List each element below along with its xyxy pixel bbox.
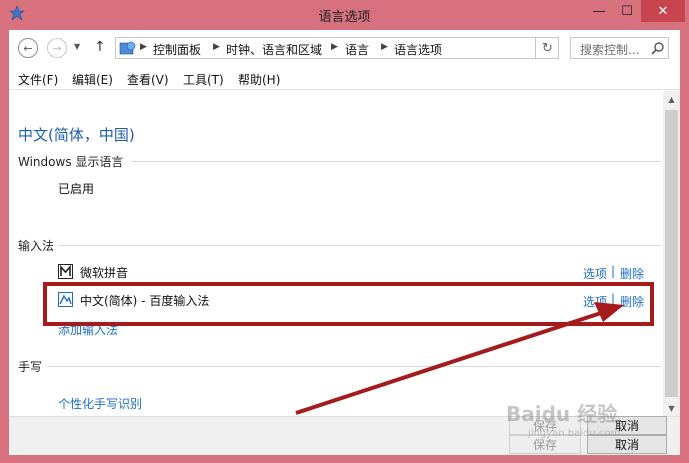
control-panel-icon [119, 41, 136, 55]
input-method-name: 中文(简体) - 百度输入法 [80, 294, 210, 308]
menu-file[interactable]: 文件(F) [18, 71, 58, 88]
input-method-name: 微软拼音 [80, 266, 129, 280]
link-separator: | [611, 264, 616, 278]
link-separator: | [611, 292, 616, 306]
display-language-heading: Windows 显示语言 [18, 155, 124, 169]
maximize-button[interactable]: ☐ [613, 0, 641, 22]
add-input-method-link[interactable]: 添加输入法 [58, 321, 118, 338]
window-frame: 语言选项 — ☐ ✕ ← → ▼ ↑ ▶ 控制面板 ▶ 时钟、语言和区域 ▶ 语… [0, 0, 689, 463]
up-arrow-icon[interactable]: ↑ [94, 39, 106, 55]
back-arrow-icon[interactable]: ← [18, 38, 38, 58]
menu-tools[interactable]: 工具(T) [183, 71, 224, 88]
search-placeholder: 搜索控制... [580, 43, 640, 57]
scroll-thumb[interactable] [665, 110, 678, 397]
input-method-options-link[interactable]: 选项 [583, 293, 607, 310]
breadcrumb-language[interactable]: 语言 [345, 41, 369, 58]
breadcrumb-language-options[interactable]: 语言选项 [394, 41, 442, 58]
display-language-status: 已启用 [58, 182, 95, 196]
baidu-ime-icon [58, 292, 73, 307]
input-method-options-link[interactable]: 选项 [583, 265, 607, 282]
breadcrumb-chevron-icon: ▶ [331, 42, 338, 52]
breadcrumb[interactable]: ▶ 控制面板 ▶ 时钟、语言和区域 ▶ 语言 ▶ 语言选项 [115, 37, 559, 59]
menu-bar: 文件(F) 编辑(E) 查看(V) 工具(T) 帮助(H) [9, 68, 680, 90]
personalize-handwriting-link[interactable]: 个性化手写识别 [58, 395, 142, 412]
main-content: 中文(简体，中国) Windows 显示语言 已启用 输入法 微软拼音 选项 |… [9, 91, 663, 416]
address-bar: ← → ▼ ↑ ▶ 控制面板 ▶ 时钟、语言和区域 ▶ 语言 ▶ 语言选项 ↻ … [9, 30, 680, 66]
input-method-remove-link[interactable]: 删除 [620, 265, 644, 282]
input-methods-heading: 输入法 [18, 239, 55, 253]
title-bar[interactable]: 语言选项 — ☐ ✕ [0, 0, 689, 30]
scroll-down-icon[interactable]: ▼ [663, 400, 680, 416]
client-area: ← → ▼ ↑ ▶ 控制面板 ▶ 时钟、语言和区域 ▶ 语言 ▶ 语言选项 ↻ … [9, 30, 680, 455]
breadcrumb-control-panel[interactable]: 控制面板 [153, 41, 201, 58]
menu-edit[interactable]: 编辑(E) [72, 71, 113, 88]
minimize-button[interactable]: — [585, 0, 613, 22]
breadcrumb-chevron-icon: ▶ [381, 42, 388, 52]
menu-help[interactable]: 帮助(H) [238, 71, 280, 88]
vertical-scrollbar[interactable]: ▲ ▼ [663, 91, 680, 416]
forward-arrow-icon[interactable]: → [47, 38, 67, 58]
scroll-up-icon[interactable]: ▲ [663, 91, 680, 107]
refresh-icon[interactable]: ↻ [535, 37, 559, 59]
close-button[interactable]: ✕ [641, 0, 685, 22]
menu-view[interactable]: 查看(V) [127, 71, 169, 88]
section-divider [59, 245, 661, 246]
microsoft-pinyin-icon [58, 264, 73, 279]
watermark: Baidu 经验 [506, 402, 618, 426]
recent-pages-chevron-icon[interactable]: ▼ [74, 42, 80, 51]
section-divider [131, 161, 661, 162]
search-icon [651, 42, 664, 55]
handwriting-heading: 手写 [18, 360, 43, 374]
breadcrumb-chevron-icon: ▶ [213, 42, 220, 52]
input-method-remove-link[interactable]: 删除 [620, 293, 644, 310]
breadcrumb-clock-language-region[interactable]: 时钟、语言和区域 [226, 41, 322, 58]
section-divider [47, 366, 661, 367]
language-title: 中文(简体，中国) [18, 126, 135, 144]
watermark-url: jingyan.baidu.com [528, 428, 621, 439]
breadcrumb-chevron-icon: ▶ [140, 42, 147, 52]
search-input[interactable]: 搜索控制... [570, 37, 669, 59]
